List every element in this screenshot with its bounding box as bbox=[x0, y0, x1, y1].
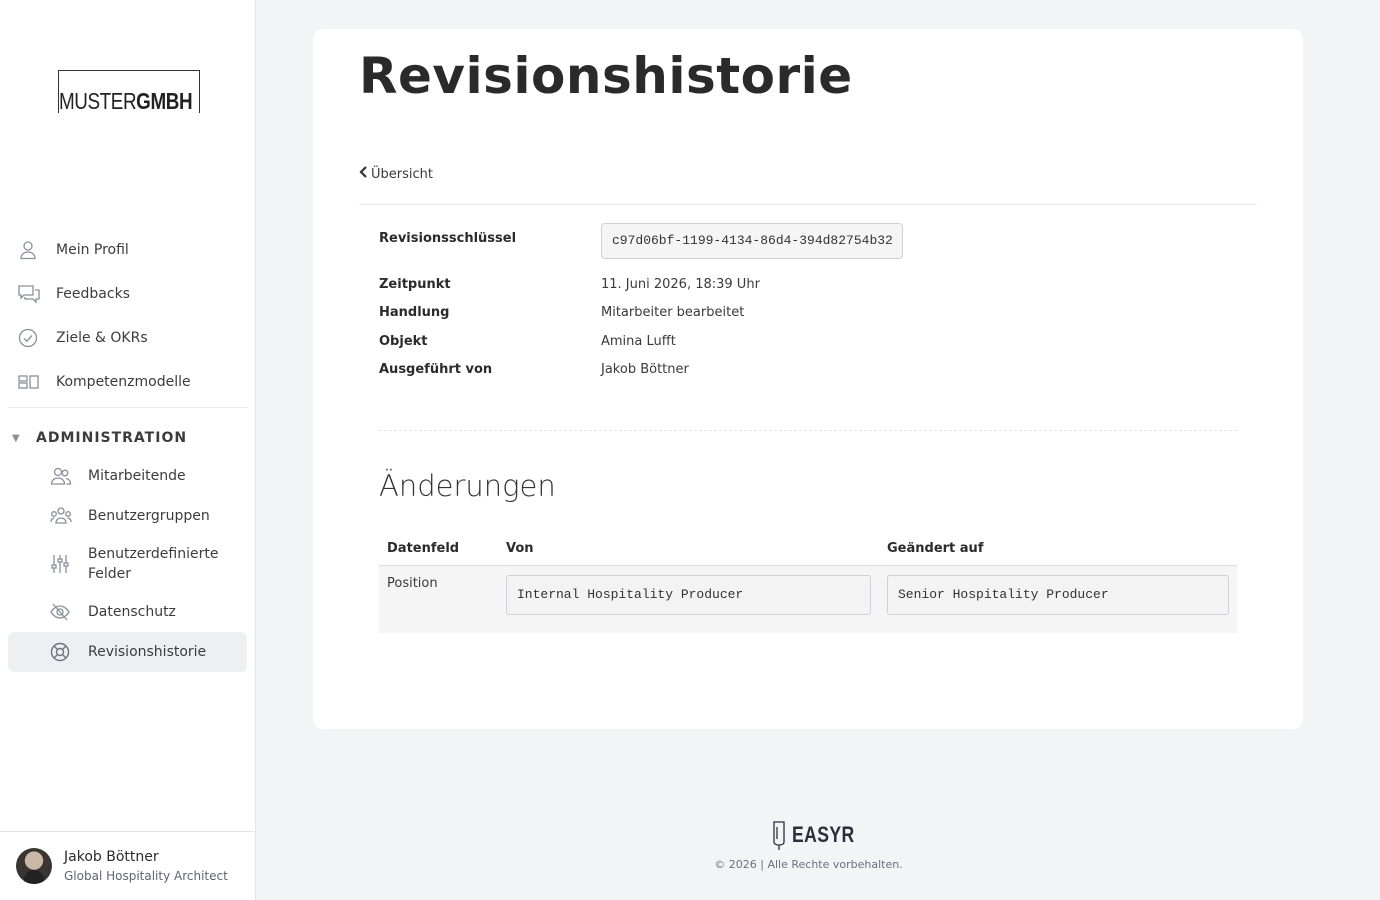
administration-label: ADMINISTRATION bbox=[36, 430, 188, 446]
nav-item-feedbacks[interactable]: Feedbacks bbox=[8, 274, 247, 314]
logo-light-text: MUSTER bbox=[59, 88, 137, 114]
sidebar: MUSTERGMBH Mein Profil Feedbacks Ziele &… bbox=[0, 0, 256, 900]
nav-item-kompetenzmodelle[interactable]: Kompetenzmodelle bbox=[8, 362, 247, 402]
chevron-left-icon bbox=[359, 166, 368, 182]
nav-label: Revisionshistorie bbox=[88, 644, 207, 660]
action-value: Mitarbeiter bearbeitet bbox=[601, 305, 745, 320]
easyr-logo[interactable]: EASYR bbox=[771, 818, 870, 852]
executed-by-label: Ausgeführt von bbox=[379, 362, 493, 377]
action-label: Handlung bbox=[379, 305, 450, 320]
column-header-von: Von bbox=[506, 541, 534, 556]
main-card: Revisionshistorie Übersicht Revisionssch… bbox=[313, 29, 1303, 729]
revision-key-field[interactable]: c97d06bf-1199-4134-86d4-394d82754b32 bbox=[601, 223, 903, 259]
field-name: Position bbox=[387, 576, 438, 591]
nav-label: Mitarbeitende bbox=[88, 468, 186, 484]
revision-key-label: Revisionsschlüssel bbox=[379, 231, 517, 246]
divider bbox=[359, 204, 1257, 205]
nav-label: Feedbacks bbox=[56, 286, 130, 302]
changes-title: Änderungen bbox=[379, 469, 556, 503]
object-label: Objekt bbox=[379, 334, 428, 349]
logo-bold-text: GMBH bbox=[136, 88, 193, 114]
nav-item-revisionshistorie[interactable]: Revisionshistorie bbox=[8, 632, 247, 672]
page-title: Revisionshistorie bbox=[359, 47, 853, 105]
column-header-datenfeld: Datenfeld bbox=[387, 541, 460, 556]
time-label: Zeitpunkt bbox=[379, 277, 451, 292]
easyr-logo-mark-icon bbox=[771, 819, 787, 851]
nav-label: Benutzerdefinierte Felder bbox=[88, 546, 219, 582]
nav-label: Kompetenzmodelle bbox=[56, 374, 191, 390]
company-logo[interactable]: MUSTERGMBH bbox=[58, 70, 200, 113]
nav-item-mein-profil[interactable]: Mein Profil bbox=[8, 230, 247, 270]
dashed-divider bbox=[379, 430, 1237, 431]
eye-slash-icon bbox=[50, 602, 70, 622]
object-value: Amina Lufft bbox=[601, 334, 676, 349]
caret-down-icon: ▼ bbox=[12, 432, 20, 444]
nav-label: Datenschutz bbox=[88, 604, 176, 620]
lifebuoy-icon bbox=[50, 642, 70, 662]
old-value-field[interactable]: Internal Hospitality Producer bbox=[506, 575, 871, 615]
user-role: Global Hospitality Architect bbox=[64, 869, 228, 883]
nav-label: Ziele & OKRs bbox=[56, 330, 148, 346]
table-row: Position Internal Hospitality Producer S… bbox=[379, 566, 1237, 633]
user-icon bbox=[18, 240, 38, 260]
column-header-geaendert-auf: Geändert auf bbox=[887, 541, 984, 556]
nav-item-ziele-okrs[interactable]: Ziele & OKRs bbox=[8, 318, 247, 358]
check-circle-icon bbox=[18, 328, 38, 348]
nav-item-datenschutz[interactable]: Datenschutz bbox=[8, 592, 247, 632]
nav-item-benutzerdefinierte-felder[interactable]: Benutzerdefinierte Felder bbox=[8, 540, 247, 588]
executed-by-value: Jakob Böttner bbox=[601, 362, 689, 377]
administration-toggle[interactable]: ▼ ADMINISTRATION bbox=[12, 428, 187, 448]
blocks-icon bbox=[18, 372, 39, 392]
copyright: © 2026 | Alle Rechte vorbehalten. bbox=[714, 858, 903, 871]
sliders-icon bbox=[50, 554, 70, 574]
back-link[interactable]: Übersicht bbox=[359, 166, 433, 182]
back-link-label: Übersicht bbox=[371, 166, 433, 182]
changes-table: Datenfeld Von Geändert auf Position Inte… bbox=[379, 536, 1237, 633]
nav-divider bbox=[8, 407, 248, 408]
nav-item-benutzergruppen[interactable]: Benutzergruppen bbox=[8, 496, 247, 536]
table-header: Datenfeld Von Geändert auf bbox=[379, 536, 1237, 566]
nav-item-mitarbeitende[interactable]: Mitarbeitende bbox=[8, 456, 247, 496]
nav-label: Mein Profil bbox=[56, 242, 129, 258]
time-value: 11. Juni 2026, 18:39 Uhr bbox=[601, 277, 760, 292]
user-group-icon bbox=[50, 506, 72, 526]
chat-bubbles-icon bbox=[18, 284, 40, 304]
new-value-field[interactable]: Senior Hospitality Producer bbox=[887, 575, 1229, 615]
users-icon bbox=[50, 466, 72, 486]
nav-label: Benutzergruppen bbox=[88, 508, 210, 524]
easyr-brand: EASYR bbox=[792, 822, 855, 847]
